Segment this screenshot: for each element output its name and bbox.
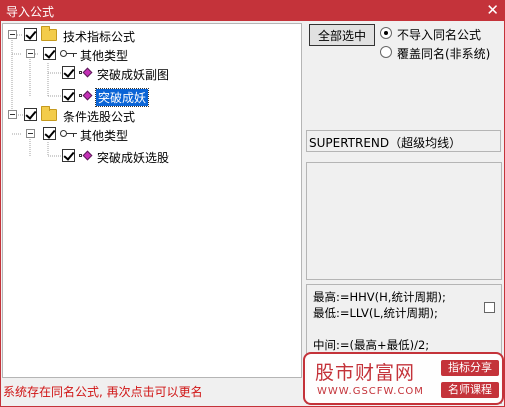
tree-node-breakout[interactable]: 突破成妖	[3, 87, 303, 107]
tree-node-technical-indicators[interactable]: 技术指标公式	[3, 26, 303, 44]
tree-label: 条件选股公式	[63, 110, 136, 124]
checkbox-other-types[interactable]	[43, 47, 56, 60]
watermark-tag-indicator-share: 指标分享	[441, 360, 499, 376]
formula-icon	[79, 150, 93, 162]
collapse-icon[interactable]	[26, 49, 35, 58]
tree-label: 突破成妖副图	[97, 68, 170, 82]
select-all-button[interactable]: 全部选中	[309, 24, 375, 46]
tree-node-stock-screening[interactable]: 条件选股公式	[3, 106, 303, 124]
key-icon	[60, 128, 78, 140]
code-box-checkbox[interactable]	[484, 302, 495, 313]
key-icon	[60, 48, 78, 60]
checkbox-breakout[interactable]	[62, 89, 75, 102]
checkbox-breakout-subchart[interactable]	[62, 66, 75, 79]
watermark-tag-courses: 名师课程	[441, 382, 499, 398]
checkbox-stock-screening[interactable]	[24, 108, 37, 121]
tree-node-breakout-screening[interactable]: 突破成妖选股	[3, 147, 303, 165]
formula-name-field: SUPERTREND（超级均线）	[306, 130, 501, 152]
radio-overwrite-icon[interactable]	[380, 46, 392, 58]
tree-label: 其他类型	[80, 49, 129, 63]
code-line: 最低:=LLV(L,统计周期);	[313, 306, 438, 320]
code-line: 中间:=(最高+最低)/2;	[313, 338, 430, 352]
radio-overwrite-label: 覆盖同名(非系统)	[397, 47, 491, 61]
close-icon[interactable]: ✕	[486, 1, 499, 19]
code-line: 最高:=HHV(H,统计周期);	[313, 290, 446, 304]
radio-skip-icon[interactable]	[380, 27, 392, 39]
watermark-logo: 股市财富网 WWW.GSCFW.COM 指标分享 名师课程	[303, 352, 504, 405]
tree-label-selected: 突破成妖	[94, 88, 150, 107]
folder-icon	[41, 26, 57, 41]
tree-node-other-types[interactable]: 其他类型	[3, 45, 303, 63]
tree-node-other-types-2[interactable]: 其他类型	[3, 125, 303, 143]
folder-icon	[41, 106, 57, 121]
formula-icon	[79, 90, 93, 102]
collapse-icon[interactable]	[8, 30, 17, 39]
radio-skip-label: 不导入同名公式	[397, 28, 482, 42]
checkbox-other-types-2[interactable]	[43, 127, 56, 140]
tree-node-breakout-subchart[interactable]: 突破成妖副图	[3, 64, 303, 82]
formula-description-box[interactable]	[306, 162, 502, 280]
window-title: 导入公式	[6, 5, 55, 19]
tree-label: 技术指标公式	[63, 30, 136, 44]
watermark-url: WWW.GSCFW.COM	[317, 386, 424, 397]
collapse-icon[interactable]	[8, 110, 17, 119]
tree-label: 突破成妖选股	[97, 151, 170, 165]
formula-icon	[79, 67, 93, 79]
checkbox-breakout-screening[interactable]	[62, 149, 75, 162]
title-bar: 导入公式 ✕	[0, 0, 505, 21]
tree-label: 其他类型	[80, 129, 129, 143]
checkbox-technical-indicators[interactable]	[24, 28, 37, 41]
collapse-icon[interactable]	[26, 129, 35, 138]
formula-tree[interactable]: 技术指标公式 其他类型 突破成妖副图 突破成妖 条件选股公式 其他类型 突破成妖…	[2, 23, 302, 378]
status-message: 系统存在同名公式, 再次点击可以更名	[3, 385, 203, 399]
watermark-site-name: 股市财富网	[315, 362, 416, 384]
